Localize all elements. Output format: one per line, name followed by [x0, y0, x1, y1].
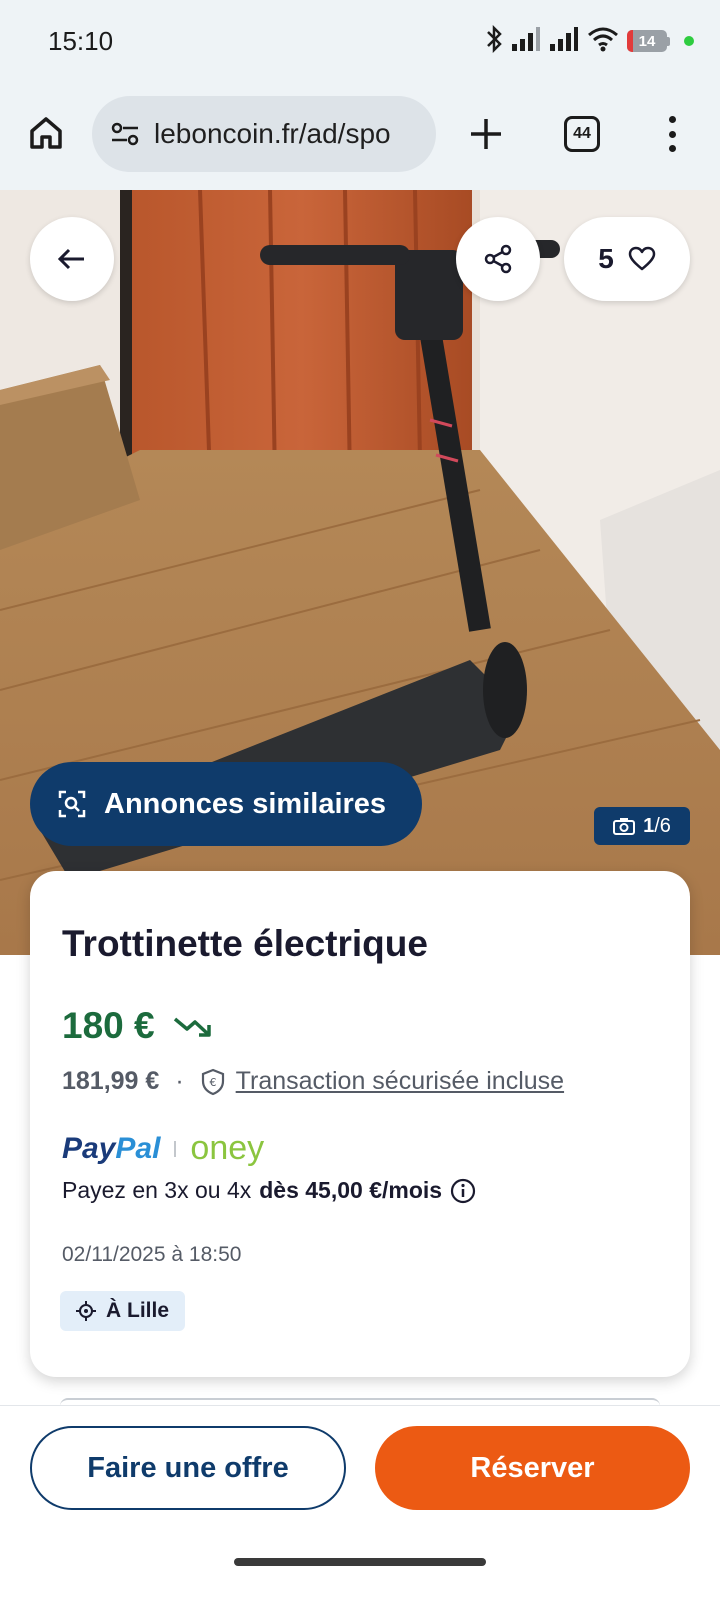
total-price: 181,99 € — [62, 1067, 160, 1095]
oney-logo: oney — [190, 1129, 265, 1167]
gesture-navigation-bar[interactable] — [234, 1558, 486, 1566]
address-bar[interactable]: leboncoin.fr/ad/spo — [92, 96, 436, 172]
battery-icon: 14 — [627, 30, 670, 52]
favorites-count: 5 — [598, 243, 614, 274]
favorite-button[interactable]: 5 — [564, 217, 690, 301]
heart-icon — [628, 246, 656, 271]
privacy-indicator-dot — [684, 36, 694, 46]
ad-info-card: Trottinette électrique 180 € 181,99 € · … — [30, 871, 690, 1377]
reserve-button[interactable]: Réserver — [375, 1426, 690, 1510]
visual-search-icon — [58, 790, 86, 818]
installments-info[interactable]: Payez en 3x ou 4x dès 45,00 €/mois — [62, 1177, 476, 1204]
url-text: leboncoin.fr/ad/spo — [154, 118, 391, 149]
ad-title: Trottinette électrique — [62, 923, 428, 964]
browser-menu-button[interactable] — [656, 112, 688, 156]
photo-gallery[interactable]: 5 Annonces similaires 1/6 — [0, 190, 720, 955]
status-icons: 14 — [485, 24, 694, 58]
share-button[interactable] — [456, 217, 540, 301]
svg-text:€: € — [209, 1076, 216, 1089]
battery-level: 14 — [638, 32, 656, 50]
wifi-icon — [587, 26, 619, 57]
home-icon — [30, 117, 62, 149]
new-tab-button[interactable] — [464, 112, 508, 156]
secure-shield-icon: € — [201, 1068, 224, 1095]
info-icon[interactable] — [450, 1178, 476, 1204]
more-vert-icon — [668, 116, 676, 123]
signal-icon — [549, 26, 579, 57]
signal-icon — [511, 26, 541, 57]
total-price-row: 181,99 € · € Transaction sécurisée inclu… — [62, 1067, 564, 1096]
price-row: 180 € — [62, 1005, 213, 1047]
battery-fill — [627, 30, 633, 52]
camera-icon — [613, 818, 636, 835]
secure-transaction-link[interactable]: Transaction sécurisée incluse — [236, 1067, 564, 1096]
status-time: 15:10 — [48, 26, 114, 56]
photo-current: 1 — [643, 814, 655, 837]
payment-logos: PayPal oney — [62, 1129, 264, 1168]
separator-dot: · — [175, 1067, 184, 1095]
back-button[interactable] — [30, 217, 114, 301]
arrow-left-icon — [57, 248, 84, 270]
location-chip[interactable]: À Lille — [60, 1291, 186, 1331]
home-button[interactable] — [26, 113, 66, 153]
browser-toolbar: leboncoin.fr/ad/spo 44 — [0, 86, 720, 190]
make-offer-button[interactable]: Faire une offre — [30, 1426, 346, 1510]
tab-switcher-button[interactable]: 44 — [564, 116, 600, 152]
installments-amount: dès 45,00 €/mois — [259, 1177, 443, 1203]
share-icon — [484, 244, 512, 274]
publication-date: 02/11/2025 à 18:50 — [62, 1243, 242, 1266]
price-drop-icon — [173, 1017, 211, 1037]
plus-icon — [471, 119, 501, 149]
location-target-icon — [76, 1301, 96, 1321]
similar-ads-label: Annonces similaires — [104, 787, 387, 820]
paypal-logo: PayPal — [62, 1131, 161, 1165]
similar-ads-button[interactable]: Annonces similaires — [30, 762, 422, 846]
photo-counter: 1/6 — [594, 807, 690, 845]
photo-total: /6 — [654, 814, 671, 837]
status-bar: 15:10 14 — [0, 0, 720, 86]
location-label: À Lille — [106, 1299, 170, 1322]
installments-prefix: Payez en 3x ou 4x — [62, 1177, 252, 1203]
bluetooth-icon — [485, 24, 503, 58]
site-settings-icon[interactable] — [110, 121, 140, 147]
bottom-action-bar: Faire une offre Réserver — [0, 1405, 720, 1600]
price: 180 € — [62, 1005, 155, 1046]
logo-divider — [174, 1140, 177, 1157]
